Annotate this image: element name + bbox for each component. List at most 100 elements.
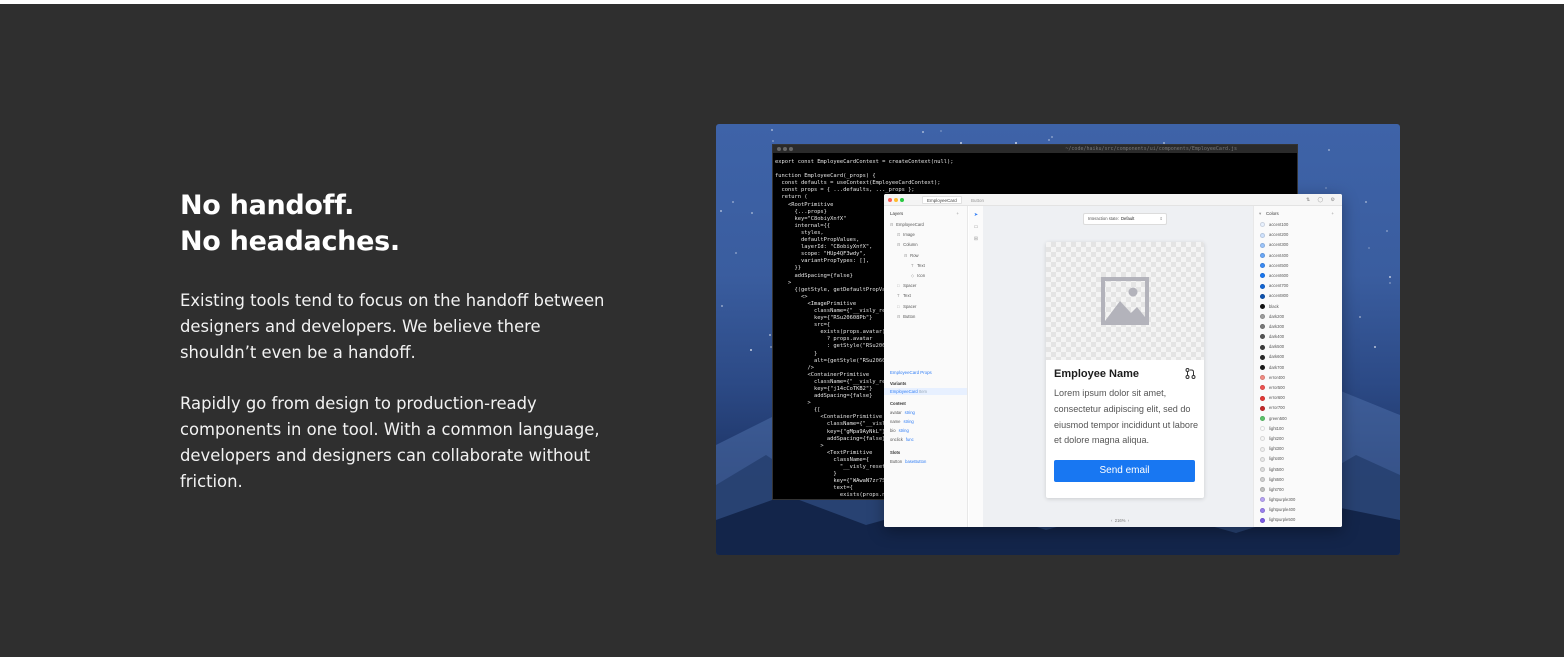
color-item[interactable]: accent700 (1254, 281, 1342, 291)
prop-row[interactable]: avatar string (884, 408, 967, 417)
prop-name: avatar (890, 409, 902, 415)
layer-item[interactable]: ⊟ Column (884, 240, 967, 250)
prop-row[interactable]: onclick func (884, 435, 967, 444)
colors-title-text: Colors (1266, 211, 1279, 216)
color-item[interactable]: light300 (1254, 444, 1342, 454)
color-name: error500 (1269, 385, 1285, 390)
headline-line-1: No handoff. (180, 190, 355, 221)
code-line: export const EmployeeCardContext = creat… (775, 159, 954, 165)
color-item[interactable]: light600 (1254, 475, 1342, 485)
color-item[interactable]: accent400 (1254, 251, 1342, 261)
color-item[interactable]: accent200 (1254, 230, 1342, 240)
color-swatch (1260, 293, 1265, 299)
color-item[interactable]: error400 (1254, 373, 1342, 383)
prop-name: name (890, 418, 901, 424)
color-name: dark300 (1269, 323, 1285, 329)
layers-title-text: Layers (890, 211, 904, 216)
app-toolbar-icons[interactable]: ⇅ ◯ ⚙ (1306, 197, 1338, 203)
text-tool-icon[interactable]: ⊞ (969, 236, 983, 242)
prop-row[interactable]: name string (884, 417, 967, 426)
layer-item[interactable]: □ Spacer (884, 302, 967, 312)
color-item[interactable]: accent300 (1254, 240, 1342, 250)
color-item[interactable]: lightpurple400 (1254, 505, 1342, 515)
zoom-control[interactable]: ‹ 216% › (1111, 518, 1129, 523)
color-item[interactable]: dark300 (1254, 322, 1342, 332)
color-item[interactable]: light400 (1254, 454, 1342, 464)
add-color-icon[interactable]: + (1331, 211, 1334, 216)
layer-label: EmployeeCard (896, 222, 924, 227)
tab-button[interactable]: Button (966, 196, 989, 204)
color-name: green500 (1269, 415, 1287, 421)
color-item[interactable]: black (1254, 302, 1342, 312)
content-props-list: avatar string name string bio string onclick fu… (884, 408, 967, 444)
color-name: accent700 (1269, 283, 1289, 289)
color-item[interactable]: dark500 (1254, 342, 1342, 352)
color-name: accent500 (1269, 262, 1289, 268)
image-placeholder-icon (1101, 277, 1149, 325)
layer-item[interactable]: □ Spacer (884, 281, 967, 291)
color-item[interactable]: light500 (1254, 465, 1342, 475)
color-item[interactable]: error500 (1254, 383, 1342, 393)
zoom-level: 216% (1114, 518, 1126, 523)
code-line: function EmployeeCard(_props) { (775, 173, 876, 180)
window-minimize-dot[interactable] (783, 147, 787, 151)
prop-name: bio (890, 427, 896, 433)
window-close-dot[interactable] (888, 198, 892, 202)
feature-copy: No handoff. No headaches. Existing tools… (180, 188, 620, 495)
employee-card-preview[interactable]: Employee Name Lorem ipsum dolor sit amet… (1046, 242, 1204, 498)
design-canvas[interactable]: Interaction state: Default ⇕ Employee Nam… (983, 206, 1253, 527)
window-zoom-dot[interactable] (789, 147, 793, 151)
color-item[interactable]: error600 (1254, 393, 1342, 403)
variant-row-name: EmployeeCard (890, 388, 918, 394)
prop-row[interactable]: bio string (884, 426, 967, 435)
layer-item[interactable]: ◇ Icon (884, 271, 967, 281)
color-item[interactable]: accent800 (1254, 291, 1342, 301)
color-item[interactable]: light100 (1254, 424, 1342, 434)
window-minimize-dot[interactable] (894, 198, 898, 202)
props-title: EmployeeCard Props (890, 369, 932, 375)
frame-tool-icon[interactable]: ▭ (969, 224, 983, 230)
color-item[interactable]: light700 (1254, 485, 1342, 495)
caret-down-icon[interactable]: ▾ (1259, 211, 1261, 217)
content-label-text: Content (890, 400, 906, 406)
star-dot (1368, 247, 1370, 249)
slot-row[interactable]: Button baseButton (884, 457, 967, 466)
variant-row[interactable]: EmployeeCard Item (884, 387, 967, 395)
color-swatch (1260, 273, 1265, 279)
color-name: light200 (1269, 435, 1284, 441)
color-item[interactable]: dark200 (1254, 312, 1342, 322)
send-email-button[interactable]: Send email (1054, 460, 1195, 482)
color-item[interactable]: accent600 (1254, 271, 1342, 281)
color-item[interactable]: green500 (1254, 414, 1342, 424)
color-item[interactable]: accent500 (1254, 261, 1342, 271)
add-layer-icon[interactable]: + (956, 211, 959, 216)
layer-item[interactable]: ⊡ Image (884, 230, 967, 240)
layer-label: Icon (917, 272, 926, 278)
color-name: light600 (1269, 476, 1284, 482)
window-zoom-dot[interactable] (900, 198, 904, 202)
color-swatch (1260, 263, 1265, 269)
color-item[interactable]: navy500 (1254, 526, 1342, 527)
color-item[interactable]: error700 (1254, 403, 1342, 413)
pull-request-icon[interactable] (1185, 368, 1196, 379)
interaction-state-select[interactable]: Interaction state: Default ⇕ (1083, 213, 1167, 225)
layer-item[interactable]: ⊟ Row (884, 251, 967, 261)
color-swatch (1260, 436, 1265, 442)
app-titlebar: EmployeeCard Button ⇅ ◯ ⚙ (884, 194, 1342, 206)
window-close-dot[interactable] (777, 147, 781, 151)
color-item[interactable]: lightpurple500 (1254, 515, 1342, 525)
tab-employee-card[interactable]: EmployeeCard (922, 196, 962, 204)
layer-item[interactable]: T Text (884, 291, 967, 301)
layer-item[interactable]: ⊟ EmployeeCard (884, 220, 967, 230)
color-item[interactable]: dark700 (1254, 363, 1342, 373)
color-item[interactable]: light200 (1254, 434, 1342, 444)
color-item[interactable]: lightpurple300 (1254, 495, 1342, 505)
color-item[interactable]: accent100 (1254, 220, 1342, 230)
layer-item[interactable]: T Text (884, 261, 967, 271)
layer-type-icon: ⊟ (897, 313, 901, 319)
layer-item[interactable]: ⊟ Button (884, 312, 967, 322)
color-item[interactable]: dark400 (1254, 332, 1342, 342)
select-tool-icon[interactable]: ➤ (969, 212, 983, 218)
color-swatch (1260, 283, 1265, 289)
color-item[interactable]: dark600 (1254, 352, 1342, 362)
